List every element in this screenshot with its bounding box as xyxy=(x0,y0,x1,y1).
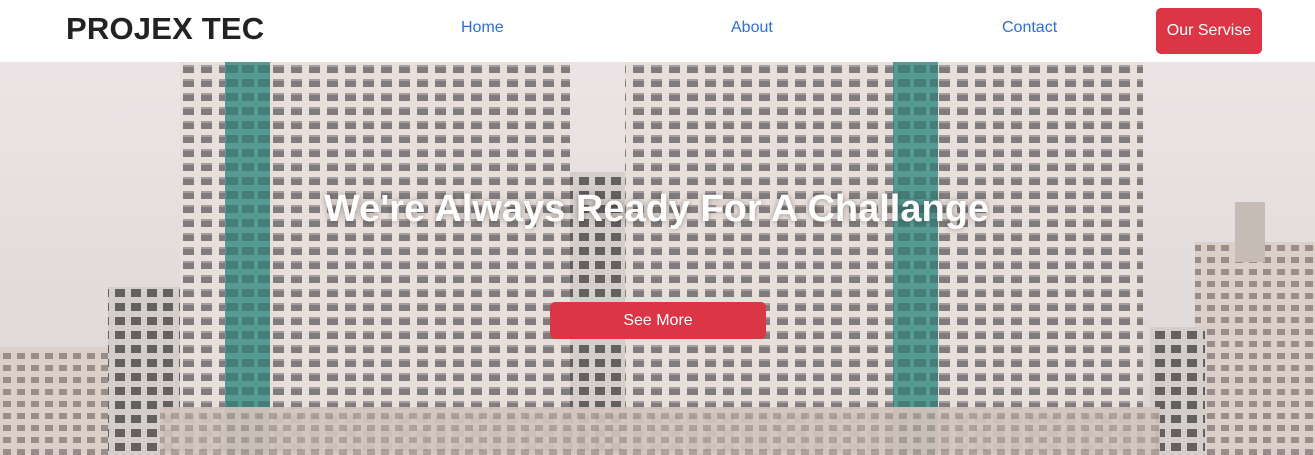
nav-link-about[interactable]: About xyxy=(731,18,773,38)
nav-link-home[interactable]: Home xyxy=(461,18,504,38)
brand-logo[interactable]: PROJEX TEC xyxy=(66,10,264,48)
hero-title-text: We're Always Ready For A Challange xyxy=(323,188,990,230)
see-more-button[interactable]: See More xyxy=(550,302,766,339)
hero-section: We're Always Ready For A Challange See M… xyxy=(0,62,1315,455)
hero-title: We're Always Ready For A Challange xyxy=(0,187,1315,231)
our-service-button[interactable]: Our Servise xyxy=(1156,8,1262,54)
nav-link-contact[interactable]: Contact xyxy=(1002,18,1057,38)
top-navbar: PROJEX TEC Home About Contact Our Servis… xyxy=(0,0,1315,62)
hero-background-image xyxy=(0,62,1315,455)
